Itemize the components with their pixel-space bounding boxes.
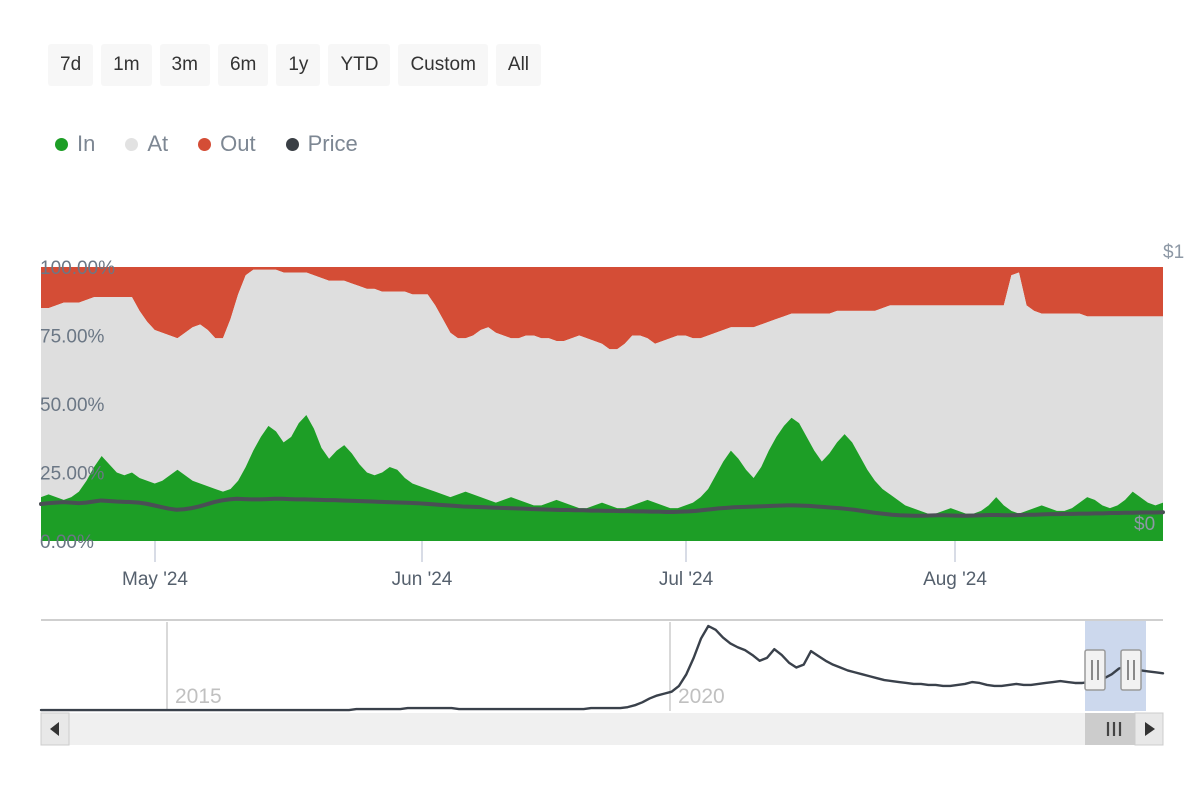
x-axis-tick-label: Aug '24 xyxy=(923,569,987,590)
legend-label-at: At xyxy=(147,131,169,156)
x-axis-tick-label: Jun '24 xyxy=(392,569,453,590)
legend-label-price: Price xyxy=(307,131,358,156)
range-button-6m[interactable]: 6m xyxy=(217,44,269,86)
y-axis-tick-label: 25.00% xyxy=(40,464,105,485)
range-button-all[interactable]: All xyxy=(495,44,542,86)
navigator-scrollbar-track[interactable] xyxy=(41,713,1163,745)
y-axis-tick-label: 0.00% xyxy=(40,532,94,553)
chart-plot-area[interactable] xyxy=(39,267,1165,541)
x-axis-tick-label: Jul '24 xyxy=(659,569,714,590)
range-button-3m[interactable]: 3m xyxy=(159,44,210,86)
navigator-handle-right[interactable] xyxy=(1120,649,1142,691)
legend-item-out[interactable]: Out xyxy=(198,131,256,156)
legend-item-price[interactable]: Price xyxy=(285,131,358,156)
range-selector: 7d 1m 3m 6m 1y YTD Custom All xyxy=(48,44,542,86)
legend-item-at[interactable]: At xyxy=(125,133,168,155)
range-button-1m[interactable]: 1m xyxy=(101,44,152,86)
legend-label-in: In xyxy=(77,131,96,156)
navigator-year-label-2020: 2020 xyxy=(678,685,725,708)
chart-legend: In At Out Price xyxy=(55,133,358,155)
navigator-year-label-2015: 2015 xyxy=(175,685,222,708)
price-axis-top-label: $1 xyxy=(1163,242,1184,263)
x-axis-tick-label: May '24 xyxy=(122,569,188,590)
chart-navigator[interactable]: 2015 2020 xyxy=(0,612,1200,747)
legend-dot-at-icon xyxy=(125,137,139,151)
x-axis: May '24 Jun '24 Jul '24 Aug '24 xyxy=(122,541,987,590)
range-button-1y[interactable]: 1y xyxy=(276,44,321,86)
navigator-handle-left[interactable] xyxy=(1084,649,1106,691)
legend-dot-price-icon xyxy=(285,137,299,151)
price-axis-bottom-label: $0 xyxy=(1134,514,1155,535)
y-axis-tick-label: 100.00% xyxy=(40,258,115,279)
main-chart[interactable]: 0.00% 25.00% 50.00% 75.00% 100.00% May '24 Ju… xyxy=(0,230,1200,590)
legend-dot-in-icon xyxy=(55,137,68,151)
navigator-scroll-right-button[interactable] xyxy=(1134,712,1164,746)
range-button-7d[interactable]: 7d xyxy=(48,44,94,86)
range-button-custom[interactable]: Custom xyxy=(398,44,488,86)
y-axis-tick-label: 75.00% xyxy=(40,327,105,348)
legend-label-out: Out xyxy=(220,131,256,156)
legend-dot-out-icon xyxy=(198,137,212,151)
navigator-scroll-left-button[interactable] xyxy=(40,712,70,746)
legend-item-in[interactable]: In xyxy=(55,133,95,155)
y-axis-tick-label: 50.00% xyxy=(40,395,105,416)
range-button-ytd[interactable]: YTD xyxy=(328,44,391,86)
